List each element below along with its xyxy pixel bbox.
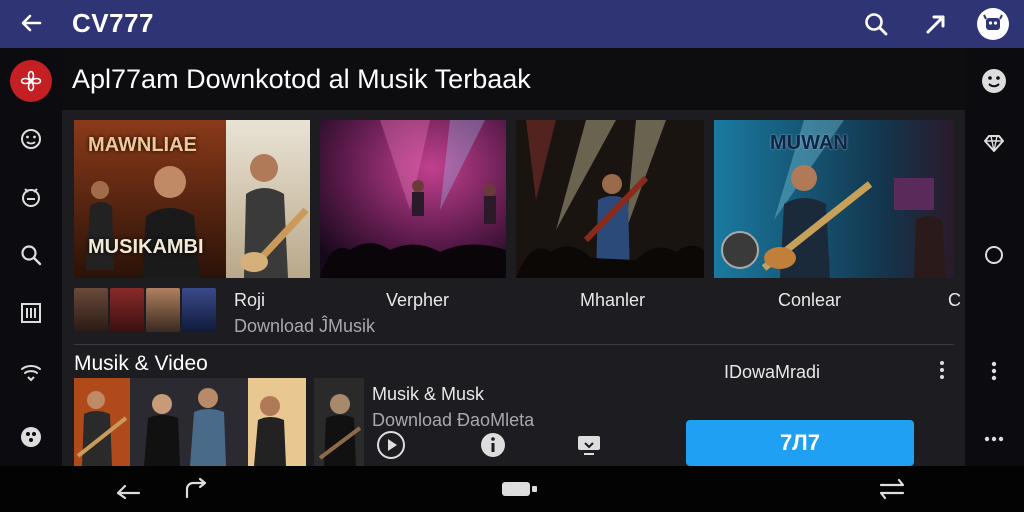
app-title: CV777: [72, 8, 154, 38]
app-root: CV777 Apl77am Downkotod al Musik Terbaak…: [0, 0, 1024, 512]
divider: [74, 344, 954, 345]
album-card-2[interactable]: [320, 120, 506, 278]
more-vert-icon[interactable]: [977, 354, 1011, 388]
play-icon[interactable]: [376, 430, 406, 460]
thumbnail[interactable]: [74, 288, 108, 332]
video-strip-image: [74, 378, 306, 466]
mood-icon[interactable]: [14, 180, 48, 214]
video-item-thumbnail[interactable]: [314, 378, 364, 466]
cast-icon[interactable]: [574, 430, 604, 460]
section-title: Musik & Video: [74, 352, 208, 375]
more-horiz-icon[interactable]: [977, 422, 1011, 456]
search-icon[interactable]: [14, 238, 48, 272]
video-item-title: Musik & Musk: [372, 384, 485, 404]
settings-icon[interactable]: [14, 420, 48, 454]
thumbnail[interactable]: [110, 288, 144, 332]
heart-icon[interactable]: [977, 126, 1011, 160]
nav-home-icon[interactable]: [500, 475, 540, 503]
avatar-icon[interactable]: [977, 8, 1009, 40]
card-sublabel: Download ĴMusik: [234, 316, 376, 336]
share-icon[interactable]: [920, 8, 952, 40]
search-icon[interactable]: [860, 8, 892, 40]
download-button[interactable]: 7Л7: [686, 420, 914, 466]
card-label: Verpher: [386, 290, 450, 310]
right-action-rail: [965, 48, 1024, 466]
video-item-subtitle: Download ĐaoMleta: [372, 410, 535, 430]
card-label: Roji: [234, 290, 266, 310]
poster-title-text: MUWAN: [770, 132, 848, 154]
card-label-overflow: C: [948, 290, 961, 310]
poster-title-text: MUSIKAMBI: [88, 236, 204, 258]
album-card-4[interactable]: MUWAN: [714, 120, 954, 278]
album-card-3[interactable]: [516, 120, 704, 278]
poster-top-text: MAWNLIAE: [88, 134, 197, 156]
content-panel: MAWNLIAE MUSIKAMBI MUWAN Roji Download Ĵ…: [62, 110, 965, 466]
album-card-1[interactable]: MAWNLIAE MUSIKAMBI: [74, 120, 310, 278]
wifi-icon[interactable]: [14, 354, 48, 388]
emoji-icon[interactable]: [14, 122, 48, 156]
info-icon[interactable]: [478, 430, 508, 460]
card-label: Mhanler: [580, 290, 646, 310]
top-app-bar: CV777: [0, 0, 1024, 48]
thumbnail-row: [74, 288, 216, 334]
thumbnail[interactable]: [146, 288, 180, 332]
nav-recents-icon[interactable]: [872, 475, 912, 503]
thumbnail[interactable]: [182, 288, 216, 332]
library-icon[interactable]: [14, 296, 48, 330]
more-vert-icon[interactable]: [932, 358, 952, 382]
video-thumbnail-strip[interactable]: [74, 378, 306, 466]
concert-image: [320, 120, 506, 278]
rock-concert-image: [516, 120, 704, 278]
nav-return-icon[interactable]: [176, 475, 216, 503]
nav-back-icon[interactable]: [108, 475, 148, 503]
section-right-label: IDowaMradi: [724, 362, 821, 382]
system-navigation-bar: [0, 466, 1024, 512]
page-title: Apl77am Downkotod al Musik Terbaak: [72, 64, 531, 94]
circle-icon[interactable]: [977, 238, 1011, 272]
smiley-icon[interactable]: [977, 64, 1011, 98]
left-navigation-rail: [0, 48, 62, 466]
card-label: Conlear: [778, 290, 842, 310]
menu-icon[interactable]: [10, 60, 52, 102]
back-arrow-icon[interactable]: [16, 8, 46, 38]
video-item-image: [314, 378, 364, 466]
